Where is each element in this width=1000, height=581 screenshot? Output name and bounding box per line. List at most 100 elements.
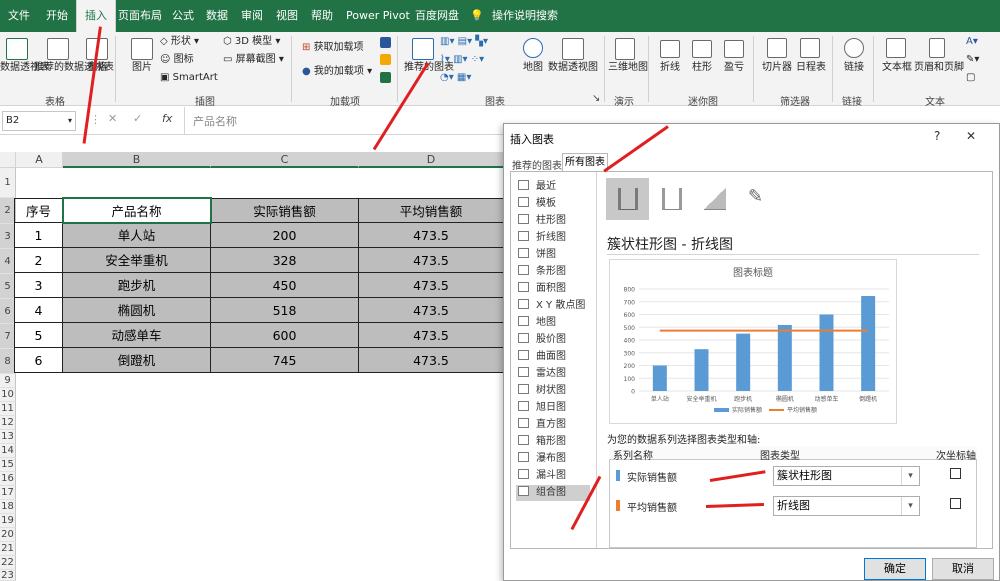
col-header-b[interactable]: B <box>63 152 211 168</box>
sparkline-column-button[interactable]: 柱形 <box>688 62 716 74</box>
row-header[interactable]: 21 <box>0 542 16 556</box>
col-header-d[interactable]: D <box>359 152 504 168</box>
cell-average[interactable]: 473.5 <box>359 298 504 323</box>
row-header[interactable]: 9 <box>0 374 16 388</box>
row-header[interactable]: 10 <box>0 388 16 402</box>
cell-average[interactable]: 473.5 <box>359 248 504 273</box>
header-cell-no[interactable]: 序号 <box>14 198 63 223</box>
icons-button[interactable]: ☺ 图标 <box>160 54 194 66</box>
chart-type-item[interactable]: 面积图 <box>518 281 566 297</box>
header-cell-actual[interactable]: 实际销售额 <box>211 198 359 223</box>
charts-dialog-launcher[interactable]: ↘ <box>592 93 600 104</box>
chart-type-item[interactable]: 折线图 <box>518 230 566 246</box>
tell-me-search[interactable]: 操作说明搜索 <box>492 0 558 32</box>
tab-formulas[interactable]: 公式 <box>172 0 194 32</box>
cell-no[interactable]: 1 <box>14 223 63 248</box>
formula-input[interactable]: 产品名称 <box>193 113 237 129</box>
screenshot-button[interactable]: ▭ 屏幕截图 ▾ <box>223 54 284 66</box>
secondary-axis-checkbox-1[interactable] <box>950 468 961 479</box>
tab-review[interactable]: 审阅 <box>241 0 263 32</box>
row-header[interactable]: 12 <box>0 416 16 430</box>
map-chart-button[interactable]: 地图 <box>518 62 548 74</box>
chart-type-item[interactable]: 曲面图 <box>518 349 566 365</box>
people-graph-icon[interactable] <box>380 72 391 83</box>
chart-type-item[interactable]: 雷达图 <box>518 366 566 382</box>
row-header[interactable]: 14 <box>0 444 16 458</box>
cell-no[interactable]: 4 <box>14 298 63 323</box>
chart-type-item[interactable]: 漏斗图 <box>518 468 566 484</box>
cell-no[interactable]: 6 <box>14 348 63 373</box>
wordart-icon[interactable]: A▾ <box>966 36 978 48</box>
sparkline-line-button[interactable]: 折线 <box>656 62 684 74</box>
sparkline-winloss-button[interactable]: 盈亏 <box>720 62 748 74</box>
cell-product[interactable]: 倒蹬机 <box>63 348 211 373</box>
row-header[interactable]: 23 <box>0 570 16 581</box>
cancel-button[interactable]: 取消 <box>932 558 994 580</box>
chart-type-item[interactable]: 股价图 <box>518 332 566 348</box>
recommended-pivot-button[interactable]: 推荐的数据透视表 <box>34 62 114 74</box>
col-header-a[interactable]: A <box>16 152 63 168</box>
cell-product[interactable]: 安全举重机 <box>63 248 211 273</box>
cell-no[interactable]: 3 <box>14 273 63 298</box>
tab-all-charts[interactable]: 所有图表 <box>562 153 608 172</box>
cell-no[interactable]: 2 <box>14 248 63 273</box>
tab-home[interactable]: 开始 <box>46 0 68 32</box>
cell-actual[interactable]: 745 <box>211 348 359 373</box>
chart-type-item[interactable]: 组合图 <box>516 485 590 501</box>
ok-button[interactable]: 确定 <box>864 558 926 580</box>
chart-type-item[interactable]: 旭日图 <box>518 400 566 416</box>
chart-type-item[interactable]: 条形图 <box>518 264 566 280</box>
row-header[interactable]: 22 <box>0 556 16 570</box>
chart-type-item[interactable]: 最近 <box>518 179 556 195</box>
close-button[interactable]: ✕ <box>966 129 976 143</box>
fx-icon[interactable]: fx <box>162 112 172 125</box>
cell-actual[interactable]: 200 <box>211 223 359 248</box>
cell-no[interactable]: 5 <box>14 323 63 348</box>
cell-product[interactable]: 跑步机 <box>63 273 211 298</box>
row-header[interactable]: 20 <box>0 528 16 542</box>
chart-type-item[interactable]: 树状图 <box>518 383 566 399</box>
bing-maps-icon[interactable] <box>380 54 391 65</box>
cell-actual[interactable]: 328 <box>211 248 359 273</box>
row-header[interactable]: 11 <box>0 402 16 416</box>
cell-average[interactable]: 473.5 <box>359 273 504 298</box>
table-button[interactable]: 表格 <box>82 62 112 74</box>
cell-actual[interactable]: 600 <box>211 323 359 348</box>
cell-product[interactable]: 单人站 <box>63 223 211 248</box>
tab-file[interactable]: 文件 <box>8 0 30 32</box>
chart-type-item[interactable]: 饼图 <box>518 247 556 263</box>
chart-type-buttons-3[interactable]: ◔▾ ▦▾ <box>440 72 471 84</box>
slicer-button[interactable]: 切片器 <box>760 62 794 74</box>
get-addins-button[interactable]: ⊞ 获取加载项 <box>302 42 364 54</box>
pictures-button[interactable]: 图片 <box>126 62 158 74</box>
tab-data[interactable]: 数据 <box>206 0 228 32</box>
tab-insert[interactable]: 插入 <box>76 0 116 32</box>
chart-type-buttons[interactable]: ▥▾ ▤▾ ▚▾ <box>440 36 488 48</box>
chart-type-item[interactable]: 瀑布图 <box>518 451 566 467</box>
cell-product[interactable]: 椭圆机 <box>63 298 211 323</box>
enter-icon[interactable]: ✓ <box>133 112 142 125</box>
shapes-button[interactable]: ◇ 形状 ▾ <box>160 36 199 48</box>
visio-icon[interactable] <box>380 37 391 48</box>
chart-type-item[interactable]: 箱形图 <box>518 434 566 450</box>
combo-area-column-icon[interactable] <box>704 188 726 210</box>
col-header-c[interactable]: C <box>211 152 359 168</box>
chart-type-buttons-2[interactable]: ⌇▾ ▥▾ ⁘▾ <box>440 54 484 66</box>
row-header[interactable]: 17 <box>0 486 16 500</box>
row-header[interactable]: 13 <box>0 430 16 444</box>
timeline-button[interactable]: 日程表 <box>794 62 828 74</box>
combo-column-line-axis-icon[interactable] <box>662 188 682 210</box>
cancel-icon[interactable]: ✕ <box>108 112 117 125</box>
header-cell-average[interactable]: 平均销售额 <box>359 198 504 223</box>
pivot-table-button[interactable]: 数据透视表 <box>0 62 50 74</box>
row-header[interactable]: 15 <box>0 458 16 472</box>
cell-product[interactable]: 动感单车 <box>63 323 211 348</box>
link-button[interactable]: 链接 <box>840 62 868 74</box>
name-box[interactable]: B2 ▾ <box>2 111 76 131</box>
cell-actual[interactable]: 518 <box>211 298 359 323</box>
tab-baidu-netdisk[interactable]: 百度网盘 <box>415 0 459 32</box>
chart-type-item[interactable]: 地图 <box>518 315 556 331</box>
chart-type-item[interactable]: 直方图 <box>518 417 566 433</box>
chart-type-item[interactable]: X Y 散点图 <box>518 298 585 314</box>
3d-map-button[interactable]: 三维地图 <box>608 62 648 74</box>
